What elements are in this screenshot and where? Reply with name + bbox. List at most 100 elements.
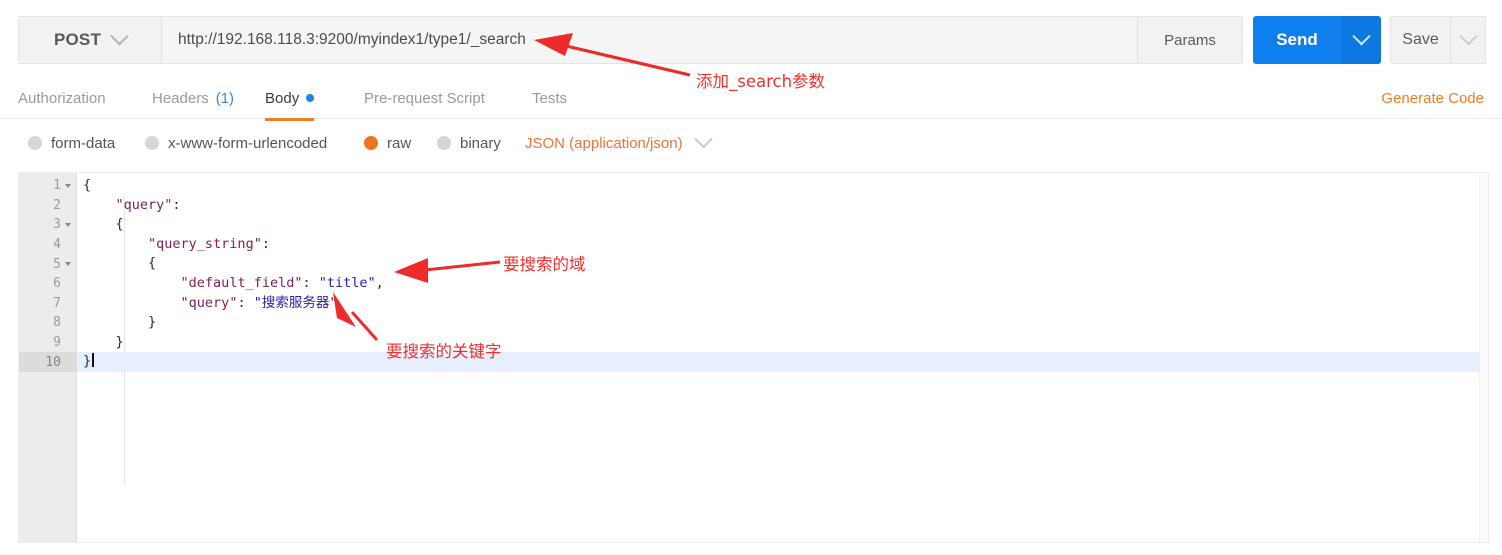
gutter-line[interactable]: 1 <box>19 176 76 196</box>
body-type-raw[interactable]: raw <box>364 135 411 152</box>
radio-icon-selected <box>364 136 378 150</box>
gutter-line[interactable]: 5 <box>19 254 76 274</box>
generate-code-link[interactable]: Generate Code <box>1381 78 1484 118</box>
http-method-select[interactable]: POST <box>19 17 162 63</box>
fold-slot[interactable] <box>61 261 71 267</box>
line-number: 1 <box>53 178 61 194</box>
radio-icon <box>437 136 451 150</box>
code-line[interactable]: { <box>77 176 1488 196</box>
tab-authorization[interactable]: Authorization <box>18 78 106 118</box>
line-number: 8 <box>53 315 61 331</box>
chevron-down-icon <box>693 129 713 148</box>
content-type-select[interactable]: JSON (application/json) <box>525 129 713 152</box>
code-text: } <box>83 353 92 370</box>
tab-badge-count: (1) <box>215 89 235 107</box>
line-number: 7 <box>53 295 61 311</box>
params-button[interactable]: Params <box>1137 17 1242 63</box>
chevron-down-icon <box>1458 26 1478 45</box>
code-line[interactable]: } <box>77 313 1488 333</box>
gutter-line[interactable]: 6 <box>19 274 76 294</box>
code-line[interactable]: { <box>77 254 1488 274</box>
generate-code-label: Generate Code <box>1381 89 1484 107</box>
fold-triangle-icon[interactable] <box>65 262 71 267</box>
url-input[interactable] <box>178 31 1137 49</box>
send-options-button[interactable] <box>1341 16 1381 64</box>
editor-code-area[interactable]: { "query": { "query_string": { "default_… <box>77 173 1488 542</box>
fold-triangle-icon[interactable] <box>65 222 71 227</box>
code-line-active[interactable]: } <box>77 352 1488 372</box>
code-key: "query" <box>115 196 173 213</box>
radio-icon <box>145 136 159 150</box>
url-input-wrapper[interactable] <box>162 17 1137 63</box>
code-text: } <box>83 314 157 331</box>
code-colon: : <box>172 196 181 213</box>
request-tab-strip: Authorization Headers (1) Body Pre-reque… <box>0 78 1502 121</box>
fold-slot[interactable] <box>61 222 71 228</box>
code-line[interactable]: } <box>77 333 1488 353</box>
line-number: 2 <box>53 197 61 213</box>
code-colon: : <box>237 294 254 311</box>
body-type-form-data[interactable]: form-data <box>28 135 115 152</box>
send-button-group: Send <box>1253 16 1381 64</box>
gutter-line[interactable]: 3 <box>19 215 76 235</box>
gutter-line[interactable]: 4 <box>19 235 76 255</box>
code-key: "query" <box>180 294 238 311</box>
body-type-label: x-www-form-urlencoded <box>168 134 328 152</box>
radio-icon <box>28 136 42 150</box>
code-line[interactable]: "query": "搜索服务器" <box>77 294 1488 314</box>
request-url-bar: POST Params <box>18 16 1243 64</box>
save-button-group: Save <box>1390 16 1486 64</box>
body-type-label: raw <box>387 134 412 152</box>
send-label: Send <box>1276 30 1318 49</box>
send-button[interactable]: Send <box>1253 16 1341 64</box>
tab-label: Tests <box>532 89 568 107</box>
tab-label: Pre-request Script <box>364 89 485 107</box>
tab-body[interactable]: Body <box>265 78 315 121</box>
editor-line-number-gutter: 1 2 3 4 5 6 7 8 9 10 <box>19 173 77 542</box>
save-options-button[interactable] <box>1450 17 1485 63</box>
editor-vertical-scrollbar[interactable] <box>1479 173 1488 542</box>
line-number: 6 <box>53 276 61 292</box>
chevron-down-icon <box>1351 26 1371 45</box>
unsaved-dot-icon <box>306 94 315 102</box>
code-text: } <box>83 333 124 350</box>
gutter-line-active[interactable]: 10 <box>19 352 76 372</box>
tab-label: Authorization <box>18 89 106 107</box>
code-colon: : <box>302 274 319 291</box>
gutter-line[interactable]: 7 <box>19 294 76 314</box>
gutter-line[interactable]: 8 <box>19 313 76 333</box>
tab-label: Body <box>265 89 300 107</box>
code-line[interactable]: "query_string": <box>77 235 1488 255</box>
text-cursor <box>92 353 94 368</box>
code-line[interactable]: "default_field": "title", <box>77 274 1488 294</box>
gutter-line[interactable]: 2 <box>19 196 76 216</box>
gutter-line[interactable]: 9 <box>19 333 76 353</box>
code-key: "query_string" <box>148 235 262 252</box>
line-number: 5 <box>53 256 61 272</box>
code-line[interactable]: { <box>77 215 1488 235</box>
request-body-editor[interactable]: 1 2 3 4 5 6 7 8 9 10 { "query": { "query… <box>18 172 1489 543</box>
code-string: "title" <box>318 274 376 291</box>
body-type-label: binary <box>460 134 501 152</box>
code-line[interactable]: "query": <box>77 196 1488 216</box>
fold-slot[interactable] <box>61 183 71 189</box>
save-button[interactable]: Save <box>1391 17 1450 63</box>
content-type-label: JSON (application/json) <box>525 134 683 152</box>
line-number: 9 <box>53 335 61 351</box>
body-type-binary[interactable]: binary <box>437 135 501 152</box>
tab-tests[interactable]: Tests <box>532 78 567 118</box>
fold-triangle-icon[interactable] <box>65 183 71 188</box>
chevron-down-icon <box>110 26 129 45</box>
tab-headers[interactable]: Headers (1) <box>152 78 234 118</box>
code-text: { <box>83 177 92 193</box>
code-string: "搜索服务器" <box>253 294 338 311</box>
line-number: 10 <box>45 354 61 370</box>
body-type-x-www-form-urlencoded[interactable]: x-www-form-urlencoded <box>145 135 327 152</box>
tab-pre-request-script[interactable]: Pre-request Script <box>364 78 485 118</box>
save-label: Save <box>1402 31 1439 48</box>
body-type-row: form-data x-www-form-urlencoded raw bina… <box>0 124 1502 162</box>
